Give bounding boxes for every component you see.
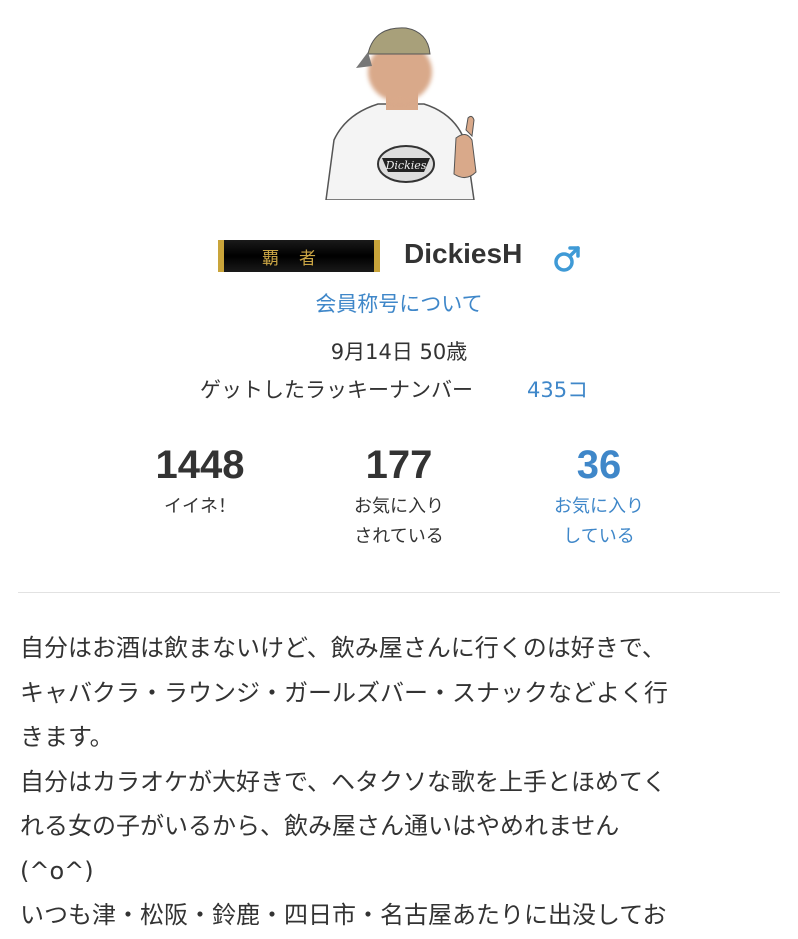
birthday-age: 9月14日 50歳 <box>330 340 468 364</box>
stat-likes: 1448 イイネ！ <box>100 440 300 522</box>
bio-line: 自分はお酒は飲まないけど、飲み屋さんに行くのは好きで、 <box>20 634 666 662</box>
male-symbol-icon <box>552 244 582 278</box>
stat-likes-label: イイネ！ <box>164 496 236 517</box>
stat-favoriting-label-line2[interactable]: している <box>499 522 699 552</box>
svg-text:Dickies: Dickies <box>385 159 427 172</box>
lucky-number-count-link[interactable]: 435コ <box>527 374 588 404</box>
lucky-number-label: ゲットしたラッキーナンバー <box>200 378 473 402</box>
section-divider <box>18 592 780 593</box>
member-title-badge: 覇者 <box>218 240 380 272</box>
profile-avatar: Dickies <box>316 22 486 201</box>
profile-name-row: 覇者 DickiesH <box>0 236 798 276</box>
member-title-info-link[interactable]: 会員称号について <box>0 288 798 318</box>
bio-line: いつも津・松阪・鈴鹿・四日市・名古屋あたりに出没してお <box>20 901 667 929</box>
stat-favoriting-label-line1[interactable]: お気に入り <box>499 492 699 522</box>
stat-favorited-by-label-line2: されている <box>354 526 444 547</box>
bio-line: キャバクラ・ラウンジ・ガールズバー・スナックなどよく行 <box>20 678 668 707</box>
stat-likes-value: 1448 <box>155 443 245 487</box>
stat-favorited-by: 177 お気に入り されている <box>299 440 499 552</box>
stat-favorited-by-label-line1: お気に入り <box>354 496 444 517</box>
stat-favorited-by-value: 177 <box>365 443 433 487</box>
stat-favoriting-value[interactable]: 36 <box>499 440 699 490</box>
profile-bio: 自分はお酒は飲まないけど、飲み屋さんに行くのは好きで、 キャバクラ・ラウンジ・ガ… <box>20 626 780 938</box>
bio-line: れる女の子がいるから、飲み屋さん通いはやめれません <box>20 812 620 840</box>
username: DickiesH <box>404 238 523 269</box>
bio-line: 自分はカラオケが大好きで、ヘタクソな歌を上手とほめてく <box>20 767 667 796</box>
bio-line: きます。 <box>20 723 114 751</box>
bio-line: (^o^) <box>20 856 94 885</box>
stat-favoriting[interactable]: 36 お気に入り している <box>499 440 699 552</box>
